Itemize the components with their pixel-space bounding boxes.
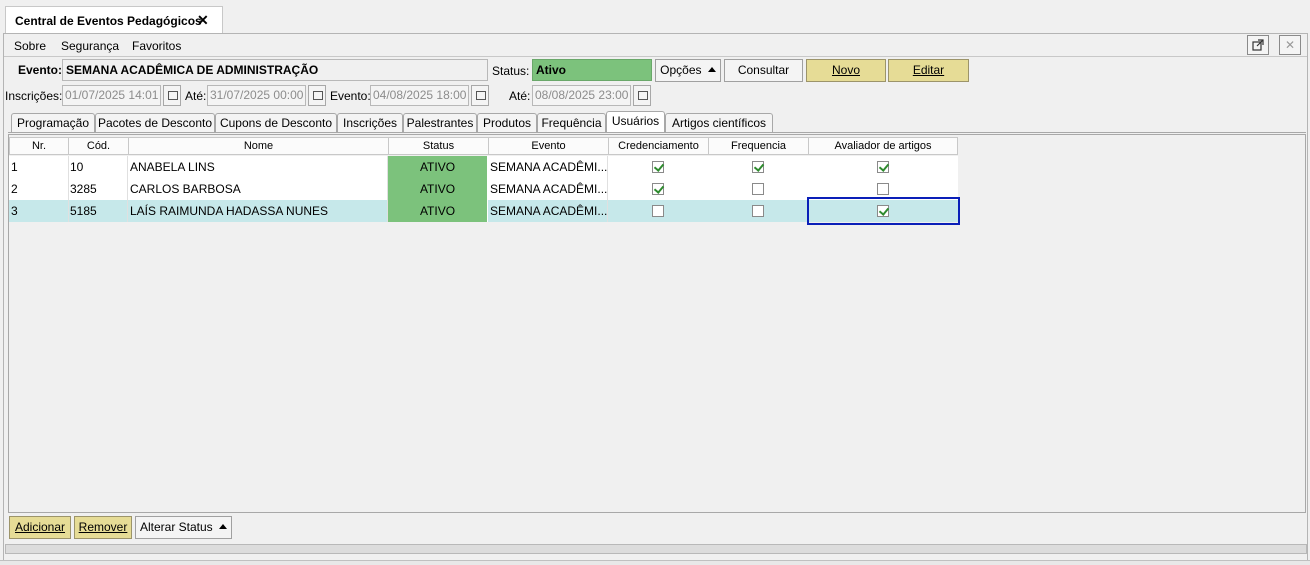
tab-usuarios[interactable]: Usuários <box>606 111 665 132</box>
tab-cupons-de-desconto[interactable]: Cupons de Desconto <box>215 113 337 132</box>
inscricoes-start-field[interactable]: 01/07/2025 14:01 <box>62 85 161 106</box>
inscricoes-end-field[interactable]: 31/07/2025 00:00 <box>207 85 306 106</box>
menu-divider <box>4 56 1307 57</box>
calendar-icon[interactable] <box>163 85 181 106</box>
checkbox-avaliador[interactable] <box>877 183 889 195</box>
checkbox-avaliador[interactable] <box>877 161 889 173</box>
column-header-status[interactable]: Status <box>388 137 489 155</box>
popout-icon[interactable] <box>1247 35 1269 55</box>
checkbox-frequencia[interactable] <box>752 161 764 173</box>
column-header-evento[interactable]: Evento <box>488 137 609 155</box>
calendar-icon[interactable] <box>308 85 326 106</box>
tab-pacotes-de-desconto[interactable]: Pacotes de Desconto <box>95 113 215 132</box>
cell-nr: 3 <box>9 200 69 222</box>
checkbox-credenciamento[interactable] <box>652 205 664 217</box>
tab-frequencia[interactable]: Frequência <box>537 113 606 132</box>
cell-evento: SEMANA ACADÊMI... <box>488 200 608 222</box>
ate-label-1: Até: <box>185 89 207 103</box>
checkbox-avaliador[interactable] <box>877 205 889 217</box>
calendar-icon[interactable] <box>471 85 489 106</box>
menu-sobre[interactable]: Sobre <box>14 39 46 53</box>
cell-cod: 5185 <box>68 200 128 222</box>
cell-nome: ANABELA LINS <box>128 156 388 178</box>
alterar-status-button[interactable]: Alterar Status <box>135 516 232 539</box>
tab-produtos[interactable]: Produtos <box>477 113 537 132</box>
caret-up-icon <box>219 524 228 529</box>
table-row[interactable]: 1 10 ANABELA LINS ATIVO SEMANA ACADÊMI..… <box>9 156 958 178</box>
document-tab[interactable]: Central de Eventos Pedagógicos ✕ <box>5 6 223 33</box>
remover-button[interactable]: Remover <box>74 516 132 539</box>
tab-inscricoes[interactable]: Inscrições <box>337 113 403 132</box>
alterar-status-label: Alterar Status <box>139 520 213 534</box>
column-header-frequencia[interactable]: Frequencia <box>708 137 809 155</box>
tab-palestrantes[interactable]: Palestrantes <box>403 113 477 132</box>
inscricoes-label: Inscrições: <box>5 89 63 103</box>
evento-label: Evento: <box>18 63 63 77</box>
tab-programacao[interactable]: Programação <box>11 113 95 132</box>
evento-end-field[interactable]: 08/08/2025 23:00 <box>532 85 631 106</box>
caret-up-icon <box>707 67 716 72</box>
cell-nr: 2 <box>9 178 69 200</box>
cell-status: ATIVO <box>388 200 488 222</box>
window-close-icon[interactable]: ✕ <box>1279 35 1301 55</box>
column-header-nr[interactable]: Nr. <box>9 137 69 155</box>
adicionar-button[interactable]: Adicionar <box>9 516 71 539</box>
close-icon[interactable]: ✕ <box>197 12 209 29</box>
cell-evento: SEMANA ACADÊMI... <box>488 156 608 178</box>
menu-seguranca[interactable]: Segurança <box>61 39 119 53</box>
column-header-avaliador[interactable]: Avaliador de artigos <box>808 137 958 155</box>
novo-button[interactable]: Novo <box>806 59 886 82</box>
table-row-selected[interactable]: 3 5185 LAÍS RAIMUNDA HADASSA NUNES ATIVO… <box>9 197 960 225</box>
horizontal-scrollbar[interactable] <box>5 544 1307 554</box>
tab-divider <box>8 132 1306 133</box>
cell-cod: 10 <box>68 156 128 178</box>
calendar-icon[interactable] <box>633 85 651 106</box>
evento-date-label: Evento: <box>330 89 371 103</box>
menu-favoritos[interactable]: Favoritos <box>132 39 181 53</box>
opcoes-button[interactable]: Opções <box>655 59 721 82</box>
evento-field[interactable]: SEMANA ACADÊMICA DE ADMINISTRAÇÃO <box>62 59 488 81</box>
checkbox-frequencia[interactable] <box>752 205 764 217</box>
column-header-credenciamento[interactable]: Credenciamento <box>608 137 709 155</box>
column-header-cod[interactable]: Cód. <box>68 137 129 155</box>
cell-nome: LAÍS RAIMUNDA HADASSA NUNES <box>128 200 388 222</box>
opcoes-label: Opções <box>660 63 702 77</box>
cell-cod: 3285 <box>68 178 128 200</box>
ate-label-2: Até: <box>509 89 531 103</box>
consultar-button[interactable]: Consultar <box>724 59 803 82</box>
document-tab-title: Central de Eventos Pedagógicos <box>15 14 202 28</box>
cell-nr: 1 <box>9 156 69 178</box>
status-field[interactable]: Ativo <box>532 59 652 81</box>
editar-button[interactable]: Editar <box>888 59 969 82</box>
column-header-nome[interactable]: Nome <box>128 137 389 155</box>
cell-nome: CARLOS BARBOSA <box>128 178 388 200</box>
cell-status: ATIVO <box>388 156 488 178</box>
checkbox-credenciamento[interactable] <box>652 183 664 195</box>
checkbox-frequencia[interactable] <box>752 183 764 195</box>
evento-start-field[interactable]: 04/08/2025 18:00 <box>370 85 469 106</box>
cell-evento: SEMANA ACADÊMI... <box>488 178 608 200</box>
tab-artigos-cientificos[interactable]: Artigos científicos <box>665 113 773 132</box>
cell-status: ATIVO <box>388 178 488 200</box>
checkbox-credenciamento[interactable] <box>652 161 664 173</box>
status-bar <box>0 560 1310 565</box>
status-label: Status: <box>492 64 530 78</box>
focused-cell[interactable] <box>807 197 960 225</box>
